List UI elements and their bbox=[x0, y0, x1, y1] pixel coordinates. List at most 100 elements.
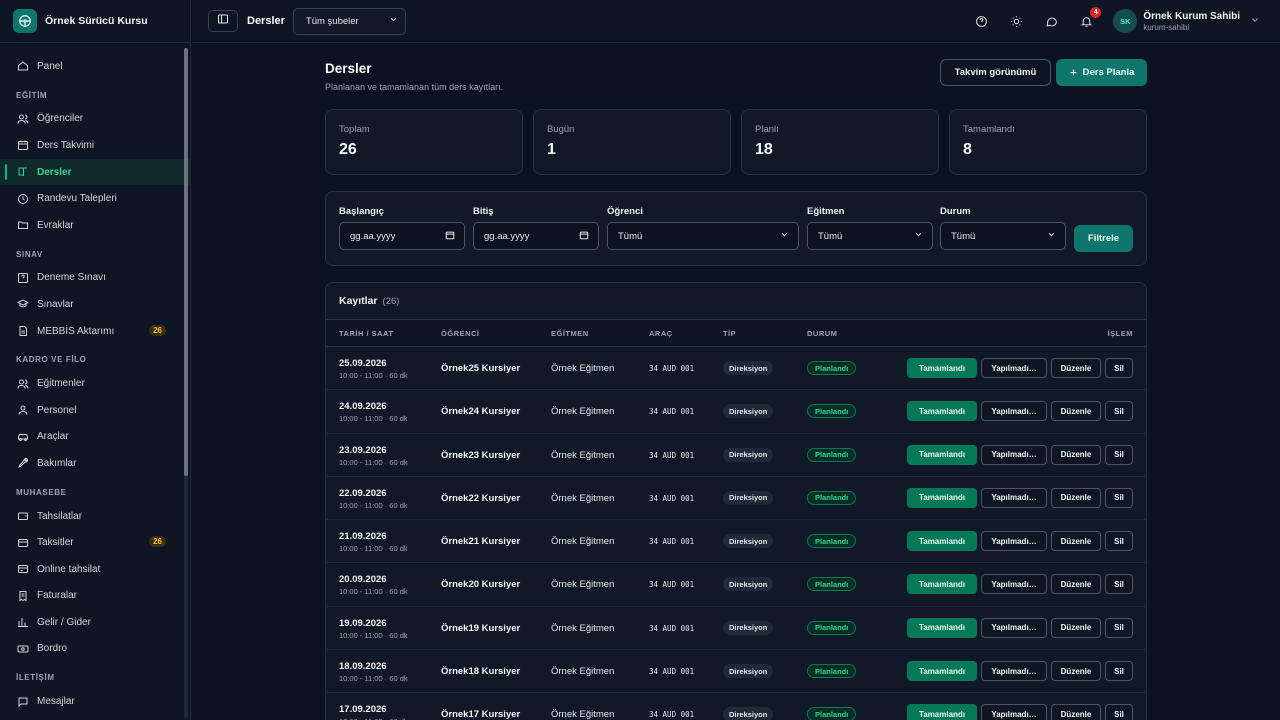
sidebar-item-deneme-sinavi[interactable]: Deneme Sınavı bbox=[0, 265, 190, 292]
mark-missed-button[interactable]: Yapılmadı… bbox=[981, 487, 1047, 508]
sidebar-item-personel[interactable]: Personel bbox=[0, 397, 190, 424]
row-date: 24.09.2026 bbox=[339, 401, 387, 413]
student-select[interactable]: Tümü bbox=[607, 222, 799, 250]
sidebar-item-ogrenciler[interactable]: Öğrenciler bbox=[0, 106, 190, 133]
edit-button[interactable]: Düzenle bbox=[1051, 358, 1101, 378]
chat-icon[interactable] bbox=[1042, 12, 1060, 30]
edit-button[interactable]: Düzenle bbox=[1051, 704, 1101, 720]
filter-button[interactable]: Filtrele bbox=[1074, 225, 1133, 252]
stat-label: Planlı bbox=[755, 124, 779, 135]
chevron-down-icon bbox=[780, 230, 789, 242]
mark-missed-button[interactable]: Yapılmadı… bbox=[981, 444, 1047, 465]
delete-button[interactable]: Sil bbox=[1105, 531, 1133, 552]
plan-lesson-button[interactable]: Ders Planla bbox=[1056, 59, 1147, 86]
row-student[interactable]: Örnek19 Kursiyer bbox=[441, 623, 520, 634]
mark-done-button[interactable]: Tamamlandı bbox=[907, 487, 977, 508]
mark-done-button[interactable]: Tamamlandı bbox=[907, 661, 977, 682]
edit-button[interactable]: Düzenle bbox=[1051, 574, 1101, 595]
sidebar-item-sinavlar[interactable]: Sınavlar bbox=[0, 291, 190, 318]
mark-done-button[interactable]: Tamamlandı bbox=[907, 531, 977, 552]
sidebar-item-bakimlar[interactable]: Bakımlar bbox=[0, 450, 190, 477]
row-student[interactable]: Örnek21 Kursiyer bbox=[441, 536, 520, 547]
mark-done-button[interactable]: Tamamlandı bbox=[907, 358, 977, 378]
mark-missed-button[interactable]: Yapılmadı… bbox=[981, 574, 1047, 595]
mark-done-button[interactable]: Tamamlandı bbox=[907, 617, 977, 638]
sidebar-item-egitmenler[interactable]: Eğitmenler bbox=[0, 370, 190, 397]
help-icon[interactable] bbox=[972, 12, 990, 30]
mark-done-button[interactable]: Tamamlandı bbox=[907, 401, 977, 422]
sidebar-item-label: Öğrenciler bbox=[37, 113, 84, 125]
row-student[interactable]: Örnek20 Kursiyer bbox=[441, 579, 520, 590]
edit-button[interactable]: Düzenle bbox=[1051, 401, 1101, 422]
avatar[interactable]: SK bbox=[1113, 9, 1138, 33]
sidebar-item-label: Araçlar bbox=[37, 431, 69, 443]
sidebar-item-tahsilatlar[interactable]: Tahsilatlar bbox=[0, 503, 190, 530]
mark-done-button[interactable]: Tamamlandı bbox=[907, 444, 977, 465]
brand[interactable]: Örnek Sürücü Kursu bbox=[0, 0, 190, 43]
mark-done-button[interactable]: Tamamlandı bbox=[907, 574, 977, 595]
sidebar-item-mebbis[interactable]: MEBBİS Aktarımı 26 bbox=[0, 318, 190, 345]
user-menu[interactable]: Örnek Kurum Sahibi kurum-sahibi bbox=[1143, 11, 1240, 32]
row-student[interactable]: Örnek22 Kursiyer bbox=[441, 493, 520, 504]
row-student[interactable]: Örnek23 Kursiyer bbox=[441, 450, 520, 461]
sidebar-scrollbar-thumb[interactable] bbox=[184, 48, 188, 476]
status-select[interactable]: Tümü bbox=[940, 222, 1066, 250]
sidebar-item-online-tahsilat[interactable]: Online tahsilat bbox=[0, 556, 190, 583]
brand-name: Örnek Sürücü Kursu bbox=[45, 15, 148, 27]
mark-missed-button[interactable]: Yapılmadı… bbox=[981, 704, 1047, 720]
row-time: 10:00 - 11:00 · 60 dk bbox=[339, 587, 408, 597]
mark-missed-button[interactable]: Yapılmadı… bbox=[981, 358, 1047, 378]
end-date-input[interactable]: gg.aa.yyyy bbox=[473, 222, 599, 250]
delete-button[interactable]: Sil bbox=[1105, 444, 1133, 465]
edit-button[interactable]: Düzenle bbox=[1051, 444, 1101, 465]
sidebar-item-bordro[interactable]: Bordro bbox=[0, 636, 190, 663]
sidebar-item-faturalar[interactable]: Faturalar bbox=[0, 583, 190, 610]
mark-missed-button[interactable]: Yapılmadı… bbox=[981, 531, 1047, 552]
mark-done-button[interactable]: Tamamlandı bbox=[907, 704, 977, 720]
sidebar-item-label: Personel bbox=[37, 404, 77, 416]
row-date: 25.09.2026 bbox=[339, 358, 387, 369]
delete-button[interactable]: Sil bbox=[1105, 661, 1133, 682]
mark-missed-button[interactable]: Yapılmadı… bbox=[981, 401, 1047, 422]
start-date-input[interactable]: gg.aa.yyyy bbox=[339, 222, 465, 250]
delete-button[interactable]: Sil bbox=[1105, 704, 1133, 720]
delete-button[interactable]: Sil bbox=[1105, 487, 1133, 508]
sidebar-item-dersler[interactable]: Dersler bbox=[0, 158, 190, 186]
end-date-label: Bitiş bbox=[473, 206, 494, 217]
row-student[interactable]: Örnek18 Kursiyer bbox=[441, 666, 520, 677]
delete-button[interactable]: Sil bbox=[1105, 574, 1133, 595]
sidebar-item-randevu[interactable]: Randevu Talepleri bbox=[0, 185, 190, 212]
row-student[interactable]: Örnek17 Kursiyer bbox=[441, 709, 520, 720]
row-time: 10:00 - 11:00 · 60 dk bbox=[339, 630, 408, 640]
row-date: 23.09.2026 bbox=[339, 444, 387, 456]
sidebar-item-evraklar[interactable]: Evraklar bbox=[0, 212, 190, 239]
sidebar-item-ders-takvimi[interactable]: Ders Takvimi bbox=[0, 132, 190, 159]
delete-button[interactable]: Sil bbox=[1105, 358, 1133, 378]
delete-button[interactable]: Sil bbox=[1105, 617, 1133, 638]
row-student[interactable]: Örnek25 Kursiyer bbox=[441, 363, 520, 374]
sun-icon[interactable] bbox=[1007, 12, 1025, 30]
chevron-down-icon[interactable] bbox=[1250, 12, 1260, 30]
mark-missed-button[interactable]: Yapılmadı… bbox=[981, 661, 1047, 682]
row-student[interactable]: Örnek24 Kursiyer bbox=[441, 406, 520, 417]
sidebar-toggle-button[interactable] bbox=[208, 10, 238, 32]
edit-button[interactable]: Düzenle bbox=[1051, 487, 1101, 508]
edit-button[interactable]: Düzenle bbox=[1051, 617, 1101, 638]
calendar-view-button[interactable]: Takvim görünümü bbox=[940, 59, 1051, 86]
row-teacher: Örnek Eğitmen bbox=[551, 622, 615, 634]
sidebar-item-taksitler[interactable]: Taksitler 26 bbox=[0, 529, 190, 556]
credit-card-icon bbox=[16, 536, 29, 549]
sidebar-item-mesajlar[interactable]: Mesajlar bbox=[0, 688, 190, 715]
edit-button[interactable]: Düzenle bbox=[1051, 661, 1101, 682]
bell-icon[interactable]: 4 bbox=[1077, 7, 1102, 30]
delete-button[interactable]: Sil bbox=[1105, 401, 1133, 422]
branch-select[interactable]: Tüm şubeler bbox=[292, 7, 406, 35]
mark-missed-button[interactable]: Yapılmadı… bbox=[981, 617, 1047, 638]
teacher-select[interactable]: Tümü bbox=[807, 222, 933, 250]
sidebar-item-araclar[interactable]: Araçlar bbox=[0, 424, 190, 451]
sidebar-item-gelir-gider[interactable]: Gelir / Gider bbox=[0, 609, 190, 636]
records-header: Kayıtlar (26) bbox=[326, 283, 1146, 320]
edit-button[interactable]: Düzenle bbox=[1051, 531, 1101, 552]
sidebar-item-panel[interactable]: Panel bbox=[0, 53, 190, 80]
teacher-select-value: Tümü bbox=[818, 230, 843, 242]
